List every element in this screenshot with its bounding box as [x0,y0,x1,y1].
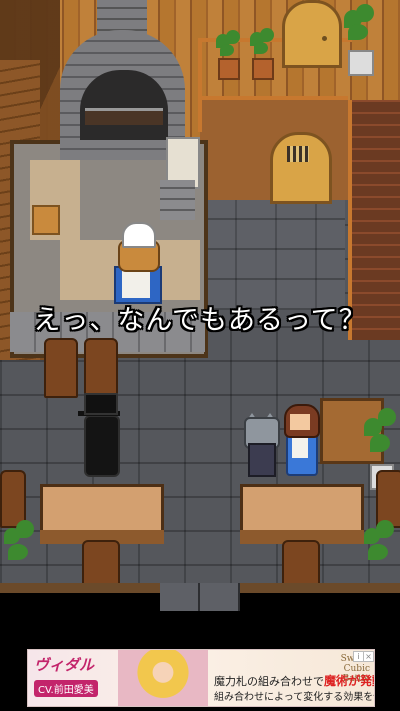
close-icon[interactable]: × [363,651,374,662]
ad-subline: 組み合わせによって変化する効果を使い分けよう！ [214,692,374,703]
oven-grill [85,108,163,125]
chair [44,338,78,398]
chair [84,338,118,398]
door-knob [322,36,327,41]
stone-floor-upper [195,200,345,310]
ad-headline-highlight: 魔術が発動！ [324,674,374,688]
game-scene[interactable]: えっ、なんでもあるって？ [0,0,400,600]
potted-plant [248,28,276,80]
ad-banner[interactable]: ヴィダル CV.前田愛美 Sword Cubic Battle 魔力札の組み合わ… [27,649,375,707]
potted-plant [2,520,38,586]
ad-voice-actor: CV.前田愛美 [34,680,98,697]
chef-hat [122,222,156,248]
door-window-bars [287,146,309,162]
oven-opening [80,70,168,140]
girl-face [290,414,310,430]
top-hat [84,393,118,415]
ad-headline-text: 魔力札の組み合わせで [214,675,324,688]
cat-body [248,443,276,477]
stone-pillar [160,180,195,220]
gray-cat-companion[interactable] [244,413,280,477]
upper-door [282,0,342,68]
ad-character-art [118,650,208,706]
ad-headline: 魔力札の組み合わせで魔術が発動！ [214,672,374,689]
potted-plant [340,4,378,76]
dining-table-left [40,484,164,534]
dialogue-text: えっ、なんでもあるって？ [33,305,367,336]
black-hat-character[interactable] [78,393,120,477]
cutting-board [32,205,60,235]
bottom-wall-right [240,583,400,593]
ad-title: ヴィダル [34,656,95,674]
potted-plant [362,520,400,586]
chef-bear-npc[interactable] [108,222,164,304]
barred-door [270,132,332,204]
dining-table-right [240,484,364,534]
player-girl-character[interactable] [280,404,320,476]
bottom-wall-left [0,583,160,593]
balcony-railing-bar [198,96,348,100]
chef-apron [122,268,150,298]
black-character-body [84,415,120,477]
potted-plant [214,30,242,80]
room-exit[interactable] [160,583,240,611]
